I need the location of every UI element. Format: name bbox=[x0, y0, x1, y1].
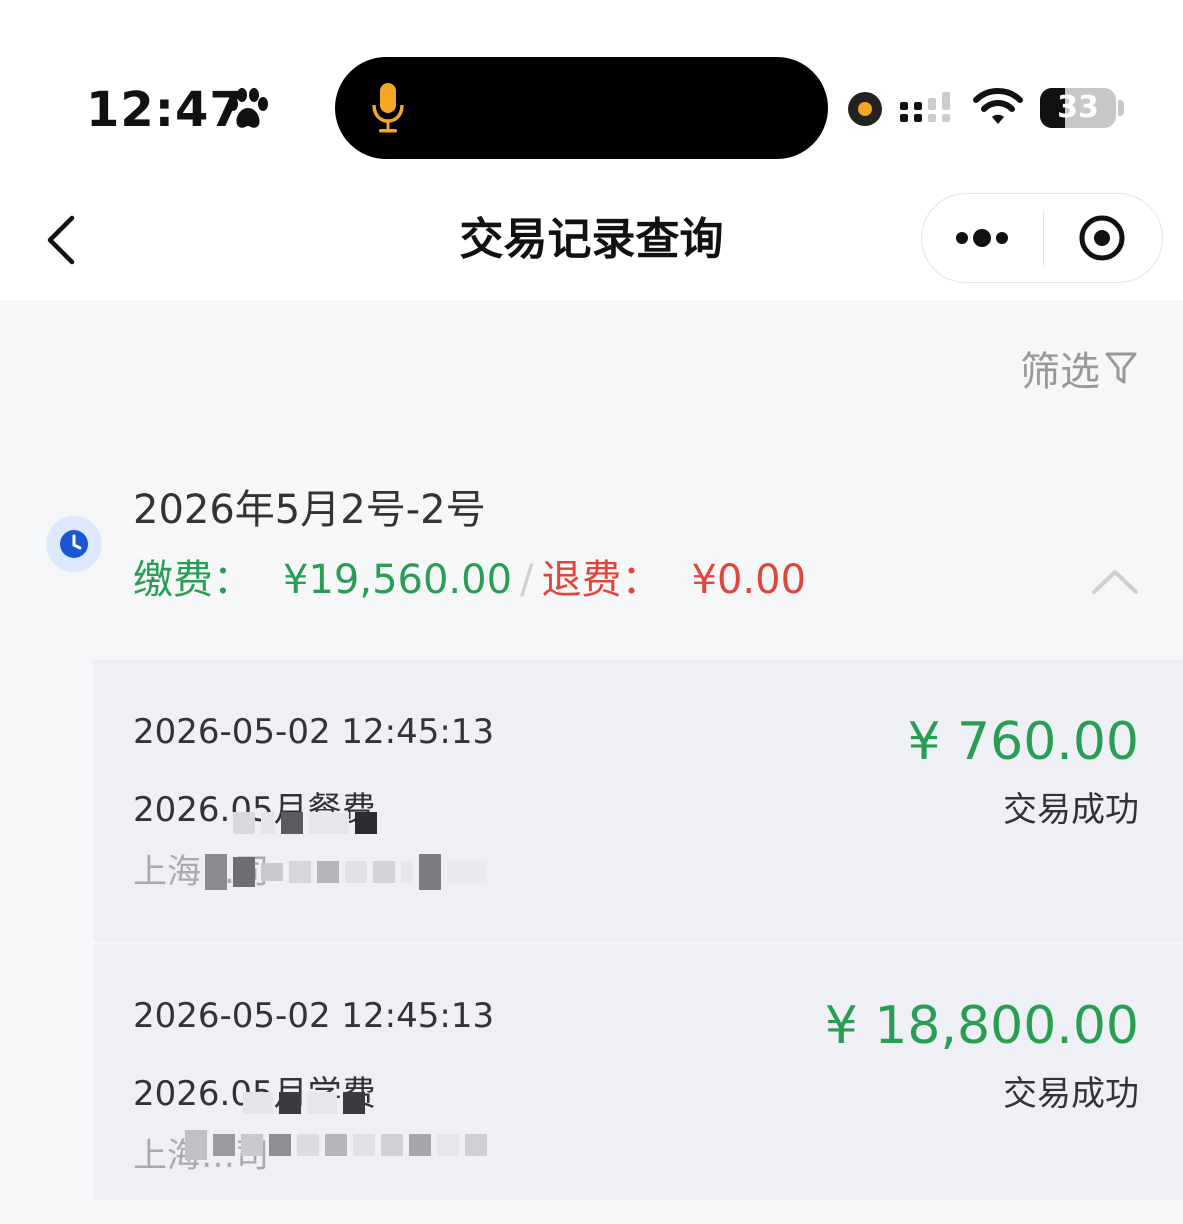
paw-icon bbox=[228, 88, 268, 128]
cellular-signal-icon bbox=[900, 92, 950, 122]
transaction-item[interactable]: 2026-05-02 12:45:13 2026.05月学费 上海…司 ¥ 18… bbox=[93, 942, 1183, 1224]
status-bar: 12:47 33 bbox=[0, 0, 1183, 190]
dynamic-island bbox=[335, 57, 828, 159]
battery-tip bbox=[1118, 100, 1124, 116]
clock-time: 12:47 bbox=[86, 82, 244, 138]
filter-button[interactable]: 筛选 bbox=[1020, 340, 1138, 396]
transaction-time: 2026-05-02 12:45:13 bbox=[133, 996, 495, 1036]
mini-program-capsule bbox=[921, 193, 1163, 283]
battery-percent: 33 bbox=[1057, 90, 1099, 125]
refund-label: 退费： bbox=[541, 557, 662, 603]
transaction-status: 交易成功 bbox=[1003, 790, 1139, 830]
redaction-mosaic bbox=[243, 1092, 365, 1114]
collapse-chevron-up-icon[interactable] bbox=[1090, 566, 1140, 596]
microphone-icon bbox=[372, 83, 404, 133]
clock-icon bbox=[60, 530, 88, 558]
pay-total-amount: ¥19,560.00 bbox=[283, 557, 513, 603]
redaction-mosaic bbox=[185, 1130, 487, 1160]
battery-icon: 33 bbox=[1040, 88, 1116, 128]
pay-label: 缴费： bbox=[133, 557, 253, 603]
redaction-mosaic bbox=[233, 812, 377, 834]
group-summary: 缴费： ¥19,560.00/退费： ¥0.00 bbox=[133, 554, 806, 606]
filter-label: 筛选 bbox=[1020, 349, 1100, 395]
transaction-time: 2026-05-02 12:45:13 bbox=[133, 712, 495, 752]
wifi-icon bbox=[973, 88, 1023, 124]
transaction-item[interactable]: 2026-05-02 12:45:13 2026.05月餐费 上海…司 ¥ 76… bbox=[93, 660, 1183, 942]
group-date-range: 2026年5月2号-2号 bbox=[133, 487, 486, 533]
transaction-amount: ¥ 18,800.00 bbox=[824, 996, 1139, 1056]
recording-indicator-icon bbox=[848, 92, 882, 126]
transaction-status: 交易成功 bbox=[1003, 1074, 1139, 1114]
refund-total-amount: ¥0.00 bbox=[691, 557, 807, 603]
close-mini-program-button[interactable] bbox=[1044, 194, 1164, 282]
summary-separator: / bbox=[520, 557, 534, 603]
funnel-icon bbox=[1105, 352, 1137, 384]
more-options-button[interactable] bbox=[922, 194, 1042, 282]
transaction-list: 2026-05-02 12:45:13 2026.05月餐费 上海…司 ¥ 76… bbox=[93, 660, 1183, 1200]
navigation-bar: 交易记录查询 bbox=[0, 190, 1183, 300]
redaction-mosaic bbox=[205, 854, 487, 890]
transaction-amount: ¥ 760.00 bbox=[907, 712, 1139, 772]
clock-badge bbox=[46, 516, 102, 572]
